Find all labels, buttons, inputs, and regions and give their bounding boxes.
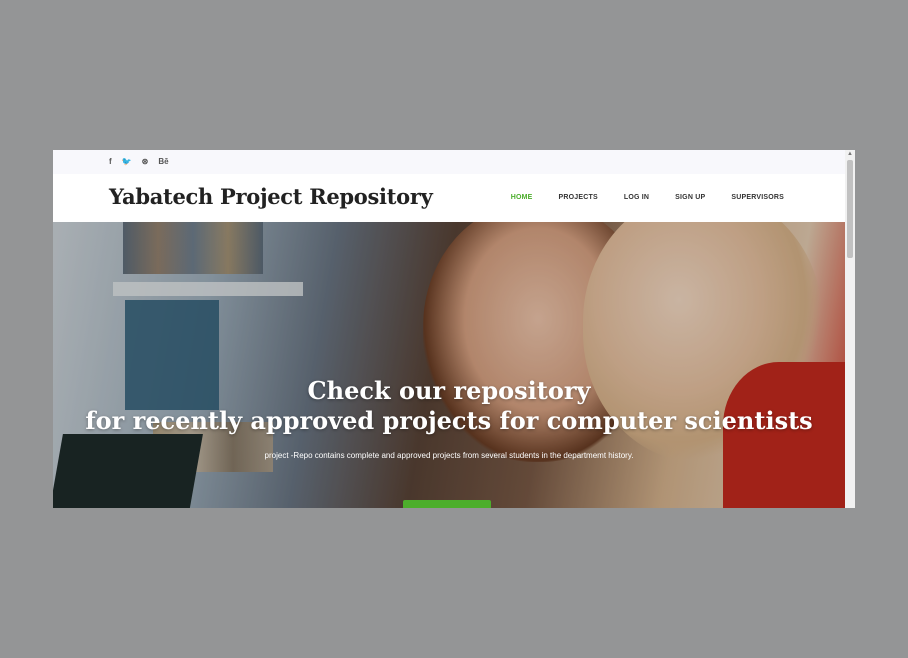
nav-supervisors[interactable]: SUPERVISORS (731, 194, 784, 201)
hero-overlay (53, 222, 845, 508)
nav-menu: HOME PROJECTS LOG IN SIGN UP SUPERVISORS (485, 194, 784, 201)
main-navbar: Yabatech Project Repository HOME PROJECT… (53, 174, 845, 222)
hero-subtext: project -Repo contains complete and appr… (264, 451, 634, 460)
hero-headline-line2: for recently approved projects for compu… (85, 406, 813, 435)
hero-headline: Check our repository for recently approv… (53, 376, 845, 436)
social-topbar: f 🐦 ⊛ Bē (53, 150, 845, 174)
social-links: f 🐦 ⊛ Bē (109, 156, 179, 168)
page-scrollbar[interactable]: ▲ (845, 150, 855, 508)
hero-cta-button[interactable] (403, 500, 491, 508)
nav-signup[interactable]: SIGN UP (675, 194, 705, 201)
hero-headline-line1: Check our repository (307, 376, 591, 405)
nav-login[interactable]: LOG IN (624, 194, 649, 201)
behance-icon[interactable]: Bē (158, 156, 168, 168)
scroll-up-icon[interactable]: ▲ (847, 151, 853, 157)
dribbble-icon[interactable]: ⊛ (142, 156, 149, 168)
nav-projects[interactable]: PROJECTS (559, 194, 598, 201)
browser-viewport: f 🐦 ⊛ Bē Yabatech Project Repository HOM… (53, 150, 855, 508)
site-brand[interactable]: Yabatech Project Repository (109, 184, 433, 209)
nav-home[interactable]: HOME (511, 194, 533, 201)
facebook-icon[interactable]: f (109, 156, 112, 168)
hero-banner: Check our repository for recently approv… (53, 222, 845, 508)
scroll-thumb[interactable] (847, 160, 853, 258)
twitter-icon[interactable]: 🐦 (122, 156, 132, 168)
